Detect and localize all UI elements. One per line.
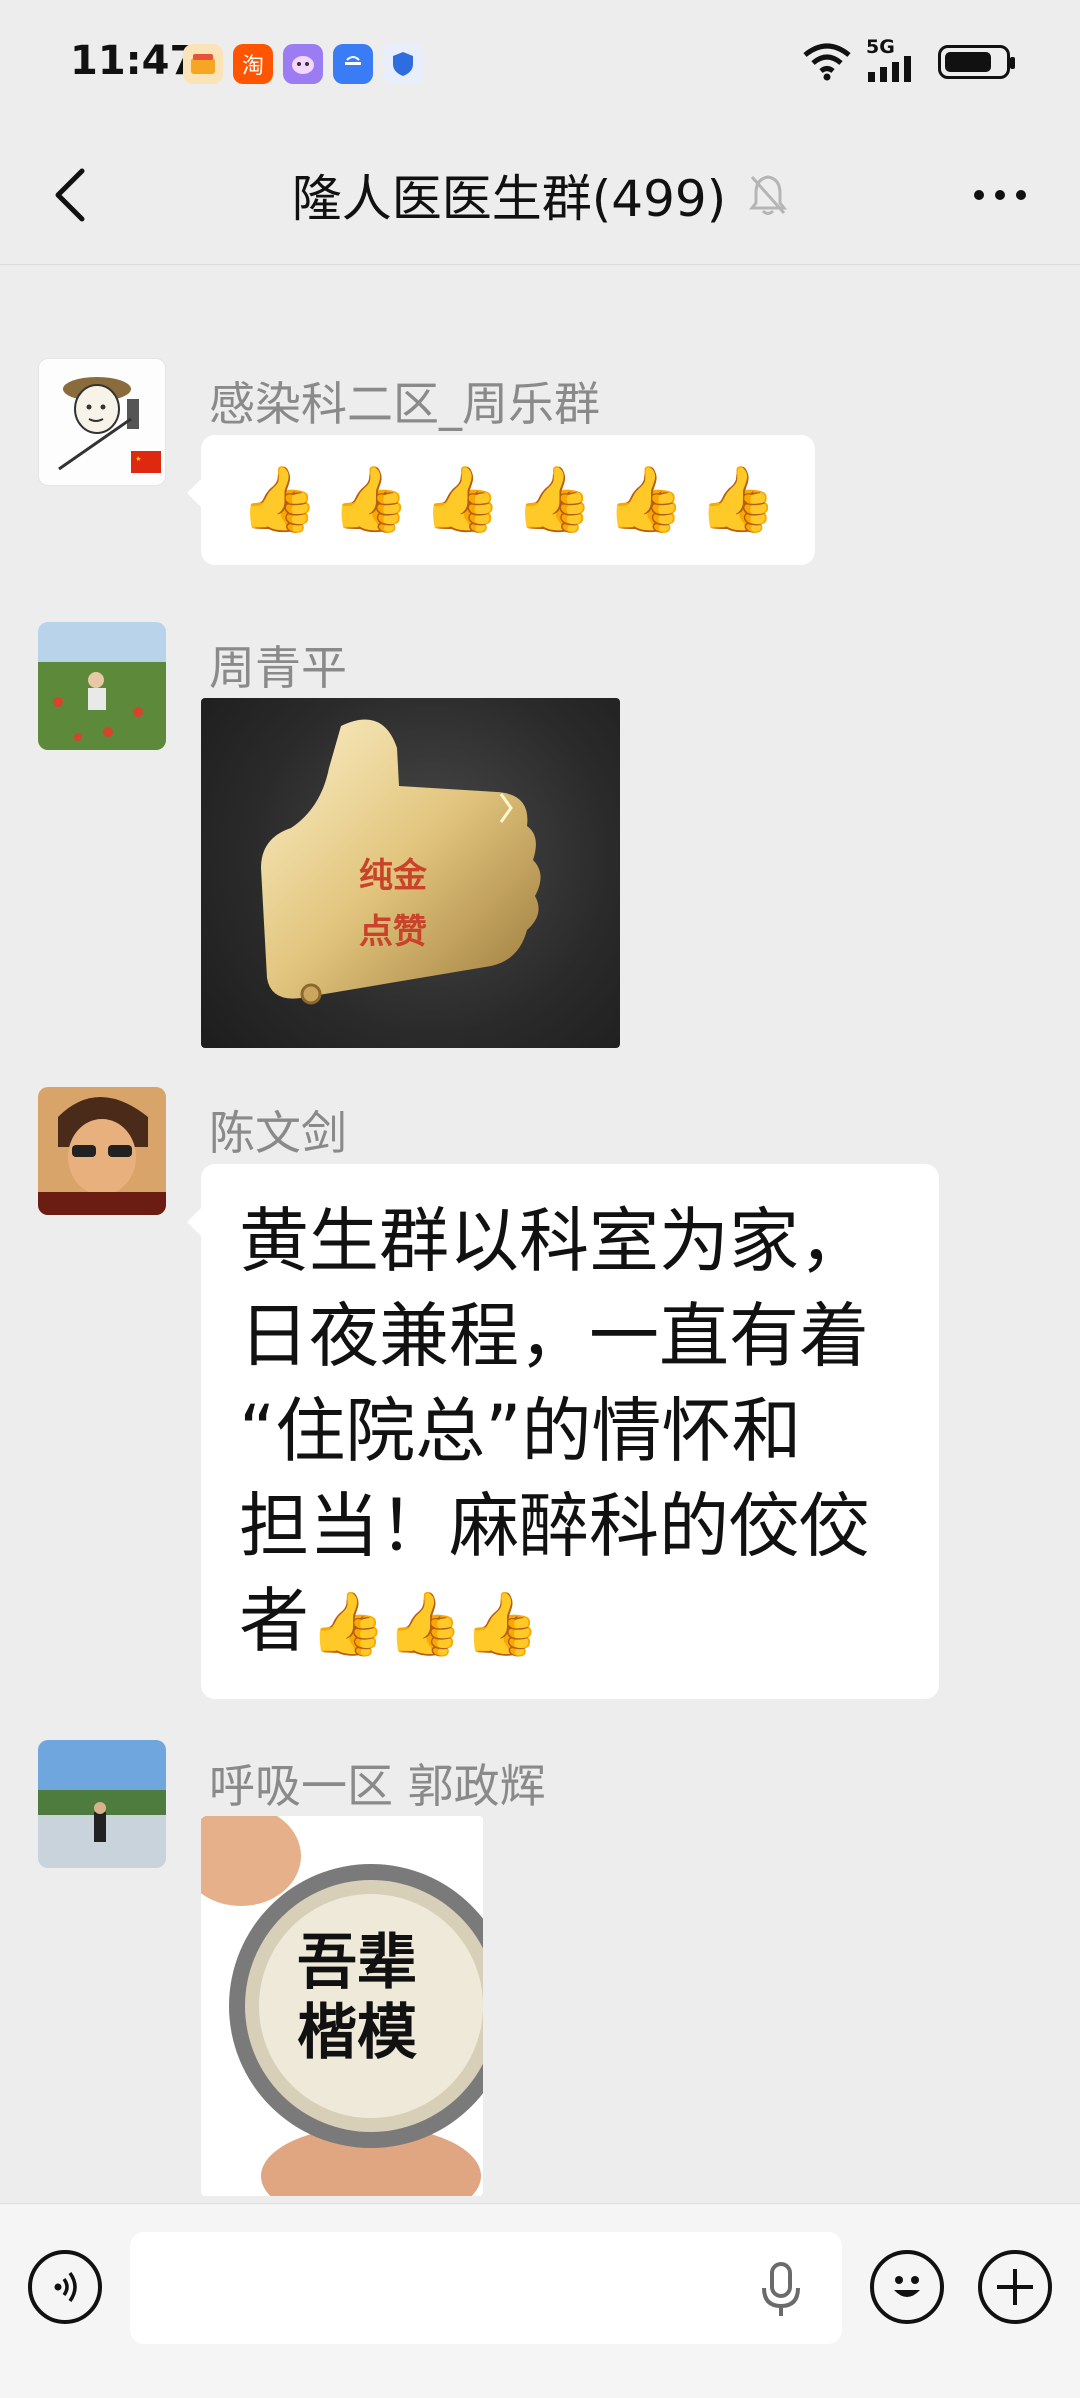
thumbs-up-emoji: 👍 [422,463,503,537]
thumbs-up-emoji: 👍 [330,463,411,537]
image-caption-line: 吾辈 [297,1928,417,1998]
emoji-button[interactable] [870,2250,944,2324]
taobao-app-icon: 淘 [233,44,273,84]
status-indicators: 5G [802,36,1015,82]
taobao-app-label: 淘 [241,54,264,79]
thumbs-up-emoji: 👍 [697,463,778,537]
message-input[interactable] [130,2232,842,2344]
sender-name: 周青平 [209,641,347,695]
message-bubble[interactable]: 黄生群以科室为家， 日夜兼程，一直有着 “住院总”的情怀和 担当！麻醉科的佼佼 … [187,1164,939,1699]
image-message[interactable]: 纯金 点赞 [201,698,620,1048]
plus-icon [997,2269,1033,2305]
message-line: 者👍👍👍 [239,1574,911,1669]
avatar[interactable] [38,358,166,486]
wifi-icon [803,43,851,81]
message-line: “住院总”的情怀和 [239,1390,802,1472]
chat-title: 隆人医医生群(499) [291,170,727,228]
thumbs-up-emoji: 👍 [514,463,594,537]
message-line: 日夜兼程，一直有着 [239,1295,869,1377]
more-dot-icon [995,190,1005,200]
thumbs-up-emoji: 👍 [463,1587,541,1660]
message-text: 黄生群以科室为家， 日夜兼程，一直有着 “住院总”的情怀和 担当！麻醉科的佼佼 … [201,1164,939,1699]
thumbs-up-emoji: 👍 [605,463,686,537]
chat-message: 感染科二区_周乐群 👍 👍 👍 👍 👍 👍 [38,358,1038,588]
voice-toggle-button[interactable] [28,2250,102,2324]
more-dot-icon [1016,190,1026,200]
message-bubble[interactable]: 👍 👍 👍 👍 👍 👍 [186,435,816,565]
image-message[interactable]: 吾辈 楷模 [201,1816,483,2196]
input-bar [0,2203,1080,2398]
emoji-icon [894,2276,920,2297]
bell-muted-icon [749,175,788,215]
cellular-signal-icon: 5G [866,36,924,82]
sender-name: 感染科二区_周乐群 [209,377,600,431]
app-market-icon [333,44,373,84]
cartoon-app-icon [283,44,323,84]
plus-button[interactable] [978,2250,1052,2324]
more-dot-icon [974,190,984,200]
chat-message: 周青平 纯金 点赞 [38,622,1038,1052]
chat-header: 隆人医医生群(499) [0,130,1080,265]
thumbs-up-emoji: 👍 [309,1587,387,1660]
message-line: 黄生群以科室为家， [239,1200,869,1282]
chat-message: 呼吸一区 郭政辉 吾辈 楷模 [38,1740,1038,2200]
chat-title-wrap: 隆人医医生群(499) [0,160,1080,230]
avatar[interactable] [38,1087,166,1215]
thumbs-up-emoji: 👍 [239,463,319,537]
emoji-row: 👍 👍 👍 👍 👍 👍 [201,435,815,565]
security-shield-icon [383,44,423,84]
avatar[interactable] [38,622,166,750]
status-app-icons: 淘 [183,44,423,84]
image-caption-line: 点赞 [359,912,427,952]
more-options-button[interactable] [960,160,1040,230]
wallet-app-icon [183,44,223,84]
status-time: 11:47 [70,38,198,84]
message-line-text: 者 [239,1580,309,1662]
image-caption: 吾辈 楷模 [297,1928,417,2068]
microphone-icon[interactable] [756,2262,806,2318]
sender-name: 陈文剑 [209,1106,347,1160]
status-bar: 11:47 淘 5G [0,0,1080,130]
voice-toggle-icon [54,2271,77,2303]
thumbs-up-emoji: 👍 [386,1587,464,1660]
image-caption: 纯金 点赞 [359,848,427,960]
battery-icon [938,45,1015,79]
image-caption-line: 楷模 [297,1998,417,2068]
image-caption-line: 纯金 [359,856,427,896]
sender-name: 呼吸一区 郭政辉 [209,1759,546,1813]
avatar[interactable] [38,1740,166,1868]
message-line: 担当！麻醉科的佼佼 [239,1485,869,1567]
chat-message: 陈文剑 黄生群以科室为家， 日夜兼程，一直有着 “住院总”的情怀和 担当！麻醉科… [38,1087,1038,1707]
